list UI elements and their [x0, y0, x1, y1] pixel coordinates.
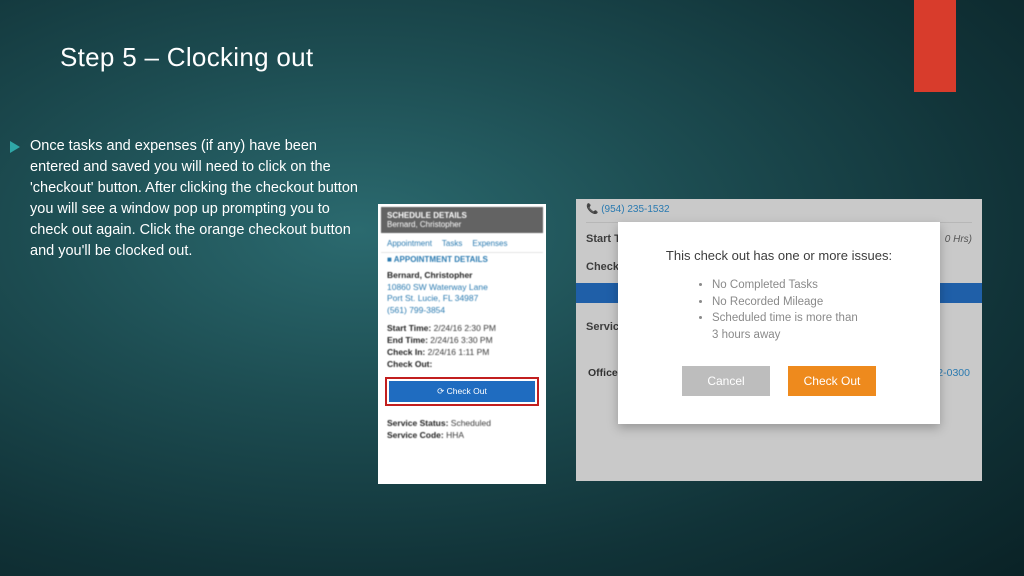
- appointment-footer: Service Status: Scheduled Service Code: …: [381, 412, 543, 444]
- addr-line1: 10860 SW Waterway Lane: [387, 282, 537, 293]
- client-phone: (561) 799-3854: [387, 305, 537, 315]
- appointment-details-heading: ■ APPOINTMENT DETAILS: [381, 252, 543, 268]
- checkout-row: Check Out:: [387, 359, 537, 369]
- appointment-body: Bernard, Christopher 10860 SW Waterway L…: [381, 268, 543, 371]
- schedule-details-screenshot: SCHEDULE DETAILS Bernard, Christopher Ap…: [378, 204, 546, 484]
- start-time-row: Start Time: 2/24/16 2:30 PM: [387, 323, 537, 333]
- issue-item: Scheduled time is more than 3 hours away: [712, 310, 864, 343]
- hours-readout: 0 Hrs): [945, 234, 972, 245]
- checkout-confirm-button[interactable]: Check Out: [788, 366, 876, 396]
- bullet-item: Once tasks and expenses (if any) have be…: [10, 136, 360, 262]
- top-phone: 📞 (954) 235-1532: [576, 199, 982, 220]
- schedule-tabs: Appointment Tasks Expenses: [381, 233, 543, 252]
- client-address: 10860 SW Waterway Lane Port St. Lucie, F…: [387, 282, 537, 303]
- issue-item: No Completed Tasks: [712, 277, 864, 294]
- tab-appointment[interactable]: Appointment: [387, 239, 432, 248]
- issue-item: No Recorded Mileage: [712, 294, 864, 311]
- slide: Step 5 – Clocking out Once tasks and exp…: [0, 0, 1024, 576]
- modal-buttons: Cancel Check Out: [618, 366, 940, 396]
- checkout-button-highlight: ⟳ Check Out: [385, 377, 539, 406]
- checkout-issues-modal: This check out has one or more issues: N…: [618, 222, 940, 424]
- tab-tasks[interactable]: Tasks: [442, 239, 462, 248]
- bullet-text: Once tasks and expenses (if any) have be…: [30, 136, 360, 262]
- checkout-button[interactable]: ⟳ Check Out: [389, 381, 535, 402]
- modal-title: This check out has one or more issues:: [618, 248, 940, 263]
- schedule-header-sub: Bernard, Christopher: [387, 220, 537, 229]
- bullet-arrow-icon: [10, 141, 20, 153]
- addr-line2: Port St. Lucie, FL 34987: [387, 293, 537, 304]
- slide-title: Step 5 – Clocking out: [60, 42, 313, 73]
- tab-expenses[interactable]: Expenses: [472, 239, 507, 248]
- schedule-header-title: SCHEDULE DETAILS: [387, 211, 537, 220]
- cancel-button[interactable]: Cancel: [682, 366, 770, 396]
- client-name: Bernard, Christopher: [387, 270, 537, 280]
- accent-bar: [914, 0, 956, 92]
- schedule-header: SCHEDULE DETAILS Bernard, Christopher: [381, 207, 543, 233]
- checkin-row: Check In: 2/24/16 1:11 PM: [387, 347, 537, 357]
- end-time-row: End Time: 2/24/16 3:30 PM: [387, 335, 537, 345]
- modal-issue-list: No Completed Tasks No Recorded Mileage S…: [694, 277, 864, 344]
